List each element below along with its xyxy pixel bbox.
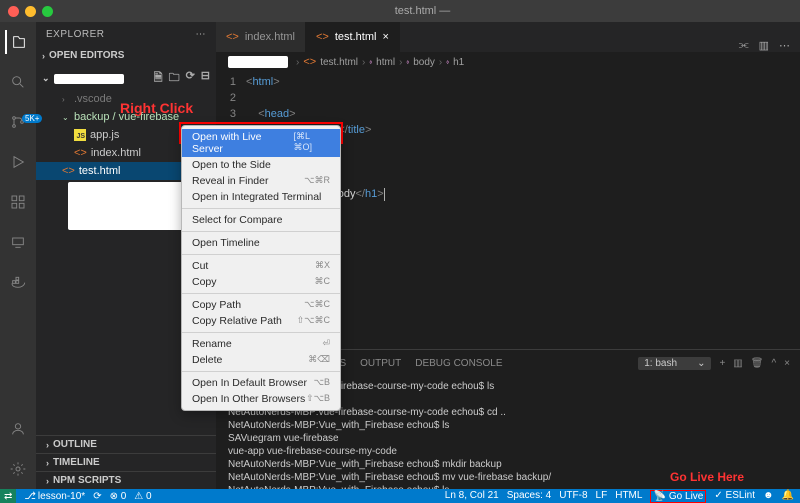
feedback-icon[interactable]: ☻ <box>763 490 774 503</box>
menu-open-terminal[interactable]: Open in Integrated Terminal <box>182 189 340 205</box>
close-window-icon[interactable] <box>8 6 19 17</box>
menu-open-other-browsers[interactable]: Open In Other Browsers⇧⌥B <box>182 391 340 407</box>
menu-copy[interactable]: Copy⌘C <box>182 274 340 290</box>
maximize-panel-icon[interactable]: ^ <box>771 358 776 369</box>
explorer-title: EXPLORER <box>46 29 104 40</box>
scm-badge: 5K+ <box>22 114 42 123</box>
annotation-go-live: Go Live Here <box>670 470 744 484</box>
terminal-dropdown[interactable]: 1: bash⌄ <box>638 357 711 370</box>
activity-bar: 5K+ <box>0 22 36 489</box>
new-folder-icon[interactable]: 🗀 <box>169 69 180 88</box>
minimize-window-icon[interactable] <box>25 6 36 17</box>
annotation-right-click: Right Click <box>120 100 193 116</box>
explorer-icon[interactable] <box>5 30 29 54</box>
eslint-status[interactable]: ✓ ESLint <box>714 490 755 503</box>
tab-test[interactable]: <>test.html× <box>306 22 400 52</box>
new-file-icon[interactable]: 🗎 <box>154 69 163 88</box>
settings-gear-icon[interactable] <box>6 457 30 481</box>
menu-open-to-side[interactable]: Open to the Side <box>182 157 340 173</box>
context-menu: Open with Live Server[⌘L ⌘O] Open to the… <box>181 125 341 411</box>
go-live-button[interactable]: 📡 Go Live <box>650 490 706 503</box>
compare-icon[interactable]: ⫘ <box>739 39 749 52</box>
npm-scripts-section[interactable]: ›NPM SCRIPTS <box>36 471 216 489</box>
errors-status[interactable]: ⊗ 0 <box>110 491 127 502</box>
cursor-position[interactable]: Ln 8, Col 21 <box>445 490 499 503</box>
maximize-window-icon[interactable] <box>42 6 53 17</box>
chevron-down-icon: ⌄ <box>697 358 705 369</box>
git-branch-status[interactable]: ⎇ lesson-10* <box>24 491 85 502</box>
more-actions-icon[interactable]: ⋯ <box>779 39 790 52</box>
notifications-icon[interactable]: 🔔 <box>782 490 794 503</box>
sync-status[interactable]: ⟳ <box>93 491 101 502</box>
account-icon[interactable] <box>6 417 30 441</box>
language-mode[interactable]: HTML <box>615 490 642 503</box>
tab-index[interactable]: <>index.html <box>216 22 306 52</box>
debug-console-tab[interactable]: DEBUG CONSOLE <box>415 358 502 369</box>
refresh-icon[interactable]: ⟳ <box>186 69 195 88</box>
workspace-name-redacted <box>54 74 124 84</box>
encoding-status[interactable]: UTF-8 <box>559 490 587 503</box>
menu-copy-path[interactable]: Copy Path⌥⌘C <box>182 297 340 313</box>
menu-open-default-browser[interactable]: Open In Default Browser⌥B <box>182 375 340 391</box>
collapse-icon[interactable]: ⊟ <box>201 69 210 88</box>
new-terminal-icon[interactable]: + <box>719 358 725 369</box>
kill-terminal-icon[interactable]: 🗑 <box>751 358 764 369</box>
js-file-icon: JS <box>74 129 86 141</box>
extensions-icon[interactable] <box>6 190 30 214</box>
open-editors-section[interactable]: ›OPEN EDITORS <box>36 48 216 63</box>
titlebar: test.html — <box>0 0 800 22</box>
breadcrumb-root-redacted <box>228 56 288 68</box>
search-icon[interactable] <box>6 70 30 94</box>
breadcrumb[interactable]: › <>test.html› ⬫html› ⬫body› ⬫h1 <box>216 52 800 72</box>
output-tab[interactable]: OUTPUT <box>360 358 401 369</box>
menu-open-live-server[interactable]: Open with Live Server[⌘L ⌘O] <box>182 129 340 157</box>
html-file-icon: <> <box>62 165 75 177</box>
html-file-icon: <> <box>303 56 316 68</box>
html-file-icon: <> <box>226 31 239 43</box>
html-file-icon: <> <box>316 31 329 43</box>
remote-status[interactable]: ⇄ <box>0 489 16 503</box>
split-editor-icon[interactable]: ▥ <box>759 39 769 52</box>
menu-open-timeline[interactable]: Open Timeline <box>182 235 340 251</box>
status-bar: ⇄ ⎇ lesson-10* ⟳ ⊗ 0 ⚠ 0 Ln 8, Col 21 Sp… <box>0 489 800 503</box>
outline-section[interactable]: ›OUTLINE <box>36 435 216 453</box>
more-icon[interactable]: ⋯ <box>196 29 207 40</box>
eol-status[interactable]: LF <box>596 490 608 503</box>
editor-tabs: <>index.html <>test.html× ⫘ ▥ ⋯ <box>216 22 800 52</box>
menu-cut[interactable]: Cut⌘X <box>182 258 340 274</box>
workspace-section[interactable]: ⌄ 🗎 🗀 ⟳ ⊟ <box>36 67 216 90</box>
indentation-status[interactable]: Spaces: 4 <box>507 490 551 503</box>
html-file-icon: <> <box>74 147 87 159</box>
split-terminal-icon[interactable]: ▥ <box>733 358 742 369</box>
window-controls[interactable] <box>8 6 53 17</box>
source-control-icon[interactable]: 5K+ <box>6 110 30 134</box>
menu-select-compare[interactable]: Select for Compare <box>182 212 340 228</box>
menu-copy-rel-path[interactable]: Copy Relative Path⇧⌥⌘C <box>182 313 340 329</box>
menu-delete[interactable]: Delete⌘⌫ <box>182 352 340 368</box>
close-panel-icon[interactable]: × <box>784 358 790 369</box>
warnings-status[interactable]: ⚠ 0 <box>134 491 151 502</box>
timeline-section[interactable]: ›TIMELINE <box>36 453 216 471</box>
close-tab-icon[interactable]: × <box>382 31 388 43</box>
menu-rename[interactable]: Rename⏎ <box>182 336 340 352</box>
docker-icon[interactable] <box>6 270 30 294</box>
window-title: test.html — <box>53 5 792 17</box>
remote-icon[interactable] <box>6 230 30 254</box>
debug-icon[interactable] <box>6 150 30 174</box>
menu-reveal-finder[interactable]: Reveal in Finder⌥⌘R <box>182 173 340 189</box>
